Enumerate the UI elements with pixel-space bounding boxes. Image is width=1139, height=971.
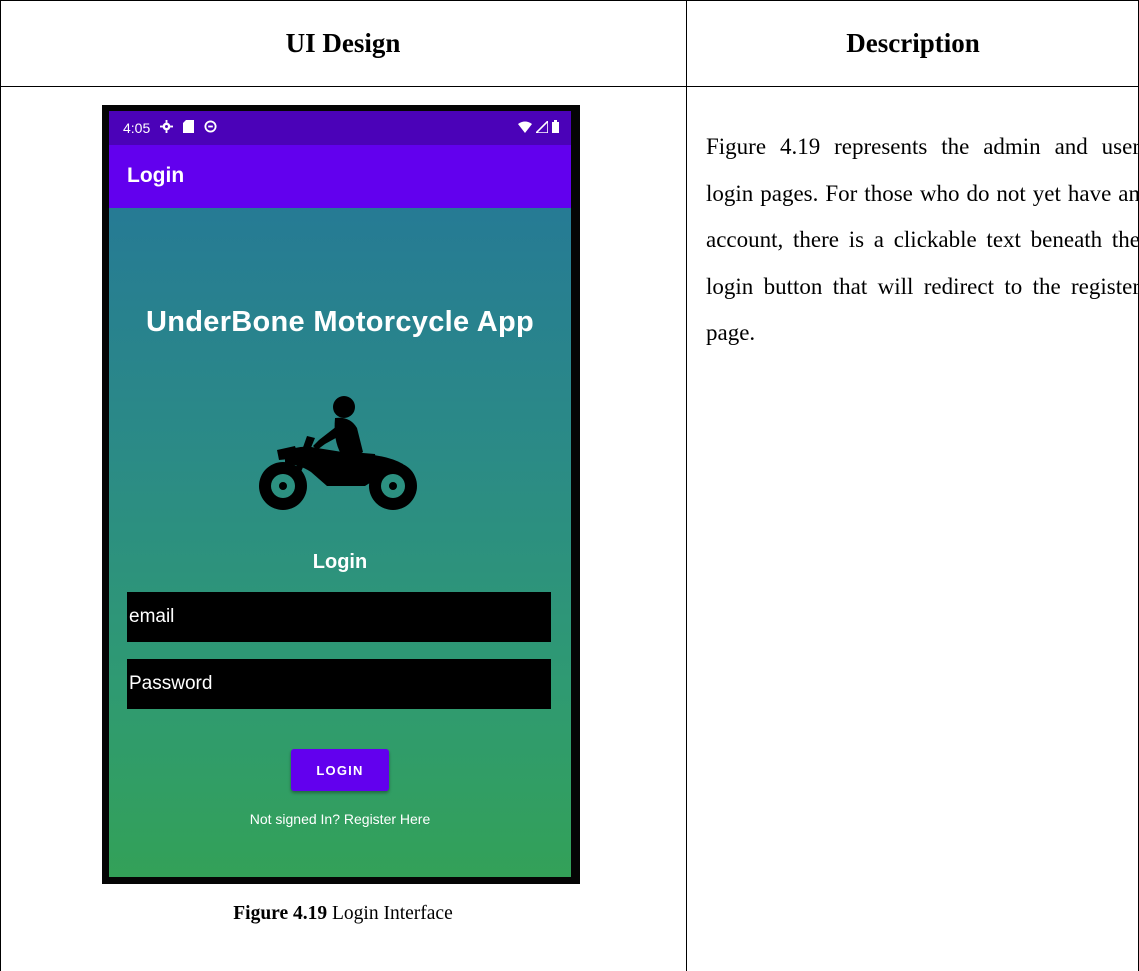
phone-screenshot: 4:05 Login UnderBone Motorcycle App Logi… <box>102 105 580 884</box>
app-bar: Login <box>109 145 571 208</box>
app-bar-title: Login <box>127 164 185 187</box>
sd-card-icon <box>183 120 195 136</box>
wifi-icon <box>518 120 532 136</box>
gear-icon <box>160 120 174 136</box>
description-text: Figure 4.19 represents the admin and use… <box>706 134 1139 345</box>
table-header-divider <box>0 86 1139 87</box>
column-header-ui-design: UI Design <box>285 27 401 58</box>
caption-label: Figure 4.19 <box>233 903 328 924</box>
figure-caption: Figure 4.19 Login Interface <box>0 903 686 925</box>
motorcycle-rider-icon <box>255 394 425 512</box>
login-heading: Login <box>312 551 368 573</box>
password-field[interactable]: Password <box>127 659 551 709</box>
register-link[interactable]: Not signed In? Register Here <box>109 811 571 827</box>
signal-icon <box>534 119 549 136</box>
login-button[interactable]: LOGIN <box>291 749 389 791</box>
phone-screen: 4:05 Login UnderBone Motorcycle App Logi… <box>109 111 571 877</box>
status-bar: 4:05 <box>109 111 571 145</box>
caption-text: Login Interface <box>327 903 453 924</box>
app-name-title: UnderBone Motorcycle App <box>146 306 534 338</box>
table-left-border <box>0 0 1 971</box>
battery-icon <box>552 120 559 136</box>
table-column-divider <box>686 0 687 971</box>
email-field[interactable]: email <box>127 592 551 642</box>
document-table: UI Design Description 4:05 Login UnderBo… <box>0 0 1139 971</box>
status-time: 4:05 <box>123 120 151 136</box>
data-saver-icon <box>204 120 217 136</box>
column-header-description: Description <box>846 27 980 58</box>
